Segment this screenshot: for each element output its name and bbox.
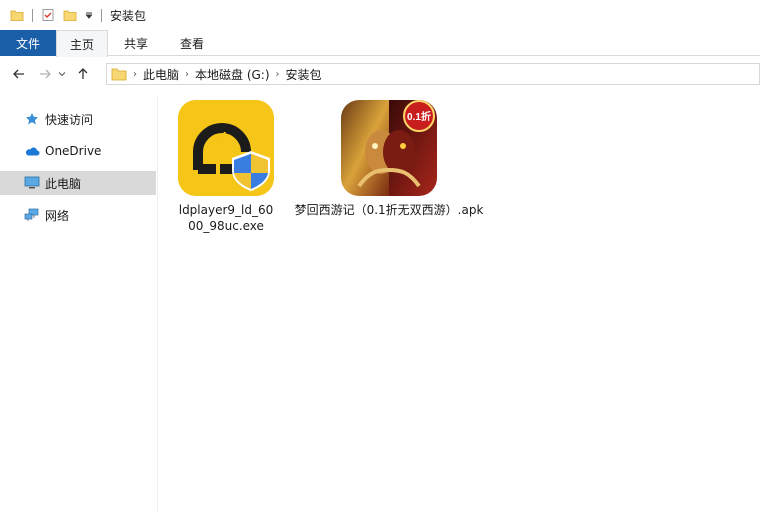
file-list: ldplayer9_ld_6000_98uc.exe 0.1折 梦回西游记（0.… (159, 95, 760, 512)
star-icon (24, 111, 40, 127)
navigation-row: › 此电脑 › 本地磁盘 (G:) › 安装包 (0, 57, 760, 91)
folder-icon (111, 67, 127, 81)
computer-icon (24, 175, 40, 191)
chevron-right-icon[interactable]: › (133, 69, 137, 80)
sidebar-item-network[interactable]: 网络 (0, 203, 156, 227)
breadcrumb-local-disk[interactable]: 本地磁盘 (G:) (195, 66, 270, 83)
chevron-right-icon[interactable]: › (276, 69, 280, 80)
customize-toolbar-icon[interactable] (83, 6, 95, 24)
recent-locations-chevron-icon[interactable] (56, 63, 68, 85)
sidebar-item-label: 此电脑 (45, 176, 82, 191)
tab-file[interactable]: 文件 (0, 30, 56, 56)
toolbar-separator (32, 8, 33, 22)
network-icon (24, 207, 40, 223)
game-apk-icon: 0.1折 (341, 100, 437, 196)
new-folder-icon[interactable] (61, 6, 79, 24)
address-bar[interactable]: › 此电脑 › 本地磁盘 (G:) › 安装包 (106, 63, 760, 85)
file-name: ldplayer9_ld_6000_98uc.exe (178, 203, 274, 233)
tab-view[interactable]: 查看 (164, 30, 220, 56)
file-item-ldplayer[interactable]: ldplayer9_ld_6000_98uc.exe (166, 100, 286, 234)
breadcrumb-this-pc[interactable]: 此电脑 (143, 66, 179, 83)
file-name: 梦回西游记（0.1折无双西游）.apk (294, 203, 484, 217)
title-separator (101, 8, 102, 22)
ldplayer-icon (178, 100, 274, 196)
breadcrumb-current-folder[interactable]: 安装包 (286, 66, 322, 83)
up-arrow-icon[interactable] (72, 63, 94, 85)
title-bar: 安装包 (0, 0, 760, 30)
folder-icon[interactable] (8, 6, 26, 24)
back-arrow-icon[interactable] (8, 63, 30, 85)
chevron-right-icon[interactable]: › (185, 69, 189, 80)
window-title: 安装包 (110, 8, 147, 23)
file-item-game-apk[interactable]: 0.1折 梦回西游记（0.1折无双西游）.apk (291, 100, 487, 218)
navigation-pane: 快速访问 OneDrive 此电脑 网络 (0, 95, 158, 512)
sidebar-item-onedrive[interactable]: OneDrive (0, 139, 156, 163)
ribbon-tabs: 文件 主页 共享 查看 (0, 30, 760, 57)
sidebar-item-label: 网络 (45, 208, 70, 223)
tab-share[interactable]: 共享 (108, 30, 164, 56)
cloud-icon (24, 143, 40, 159)
sidebar-item-this-pc[interactable]: 此电脑 (0, 171, 156, 195)
svg-text:0.1折: 0.1折 (407, 110, 431, 123)
properties-icon[interactable] (39, 6, 57, 24)
sidebar-item-quick-access[interactable]: 快速访问 (0, 107, 156, 131)
sidebar-item-label: OneDrive (45, 144, 102, 158)
tab-home[interactable]: 主页 (56, 30, 108, 57)
forward-arrow-icon[interactable] (34, 63, 56, 85)
sidebar-item-label: 快速访问 (45, 112, 94, 127)
